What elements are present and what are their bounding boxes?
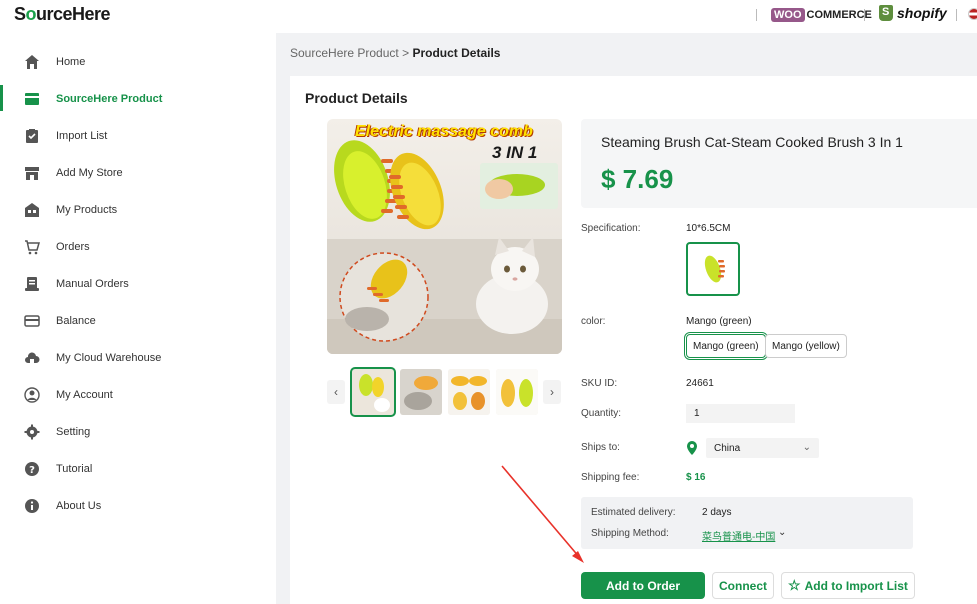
color-option-mango-yellow[interactable]: Mango (yellow)	[765, 334, 847, 358]
add-to-order-button[interactable]: Add to Order	[581, 572, 705, 599]
delivery-info-panel: Estimated delivery: 2 days Shipping Meth…	[581, 497, 913, 549]
color-value: Mango (green)	[686, 316, 752, 327]
ships-to-label: Ships to:	[581, 442, 620, 453]
top-bar: SourceHere WOO COMMERCE shopify	[0, 0, 977, 33]
sidebar: Home SourceHere Product Import List Add …	[0, 33, 276, 604]
thumbnail-image[interactable]	[496, 369, 538, 415]
thumbnail-next-button[interactable]: ›	[543, 380, 561, 404]
top-divider	[956, 9, 957, 21]
sidebar-item-my-account[interactable]: My Account	[0, 376, 276, 413]
image-sub-text: 3 IN 1	[492, 143, 538, 162]
thumbnail-strip: ‹ ›	[327, 366, 562, 418]
breadcrumb: SourceHere Product > Product Details	[290, 46, 500, 60]
woocommerce-link[interactable]: WOO COMMERCE	[771, 8, 872, 22]
specification-label: Specification:	[581, 223, 641, 234]
sidebar-item-tutorial[interactable]: ? Tutorial	[0, 450, 276, 487]
location-pin-icon	[687, 441, 697, 455]
sidebar-item-orders[interactable]: Orders	[0, 228, 276, 265]
ships-to-select[interactable]: China ⌄	[706, 438, 819, 458]
image-banner-text: Electric massage comb	[355, 123, 533, 140]
page-title: Product Details	[305, 90, 408, 106]
shopify-bag-icon	[879, 5, 893, 21]
color-option-mango-green[interactable]: Mango (green)	[684, 332, 768, 360]
sidebar-item-setting[interactable]: Setting	[0, 413, 276, 450]
import-list-icon	[26, 129, 38, 143]
info-icon	[25, 499, 39, 513]
product-price: $ 7.69	[601, 164, 674, 194]
sku-value: 24661	[686, 378, 714, 389]
specification-option[interactable]	[686, 242, 740, 296]
question-icon: ?	[25, 462, 39, 476]
sidebar-item-balance[interactable]: Balance	[0, 302, 276, 339]
svg-text:?: ?	[29, 465, 35, 476]
account-icon	[24, 387, 40, 403]
sidebar-item-import-list[interactable]: Import List	[0, 117, 276, 154]
quantity-input[interactable]	[686, 404, 795, 423]
sidebar-item-home[interactable]: Home	[0, 43, 276, 80]
my-products-icon	[25, 203, 39, 217]
add-to-import-list-button[interactable]: ☆ Add to Import List	[781, 572, 915, 599]
product-main-image[interactable]: Electric massage comb 3 IN 1	[327, 119, 562, 354]
breadcrumb-parent[interactable]: SourceHere Product	[290, 46, 399, 60]
manual-orders-icon	[25, 277, 39, 291]
chevron-down-icon[interactable]: ⌄	[778, 527, 786, 538]
sidebar-item-my-cloud-warehouse[interactable]: My Cloud Warehouse	[0, 339, 276, 376]
estimated-delivery-value: 2 days	[702, 507, 732, 518]
woocommerce-logo-icon: WOO	[771, 8, 805, 22]
color-label: color:	[581, 316, 606, 327]
cloud-warehouse-icon	[25, 352, 40, 363]
price-panel: Steaming Brush Cat-Steam Cooked Brush 3 …	[581, 119, 977, 208]
sidebar-item-add-my-store[interactable]: Add My Store	[0, 154, 276, 191]
breadcrumb-current: Product Details	[412, 46, 501, 60]
store-icon	[25, 167, 39, 180]
home-icon	[25, 55, 39, 69]
sidebar-item-about-us[interactable]: About Us	[0, 487, 276, 524]
spec-brush-icon	[704, 255, 725, 283]
sidebar-item-sourcehere-product[interactable]: SourceHere Product	[0, 80, 276, 117]
shipping-method-label: Shipping Method:	[591, 528, 669, 539]
product-icon	[25, 93, 39, 105]
gear-icon	[24, 424, 40, 440]
sidebar-item-manual-orders[interactable]: Manual Orders	[0, 265, 276, 302]
thumbnail-image[interactable]	[400, 369, 442, 415]
estimated-delivery-label: Estimated delivery:	[591, 507, 676, 518]
sidebar-item-my-products[interactable]: My Products	[0, 191, 276, 228]
balance-icon	[24, 315, 40, 327]
shipping-method-link[interactable]: 菜鸟普通电-中国	[702, 528, 775, 543]
product-details-card: Product Details Electric massage comb 3 …	[290, 76, 977, 604]
connect-button[interactable]: Connect	[712, 572, 774, 599]
thumbnail-image[interactable]	[350, 367, 396, 417]
specification-value: 10*6.5CM	[686, 223, 731, 234]
star-icon: ☆	[788, 577, 801, 593]
chevron-down-icon: ⌄	[802, 442, 811, 453]
breadcrumb-separator: >	[402, 46, 410, 60]
thumbnail-image[interactable]	[448, 369, 490, 415]
shopify-link[interactable]: shopify	[879, 5, 947, 21]
top-divider	[864, 9, 865, 21]
shipping-fee-label: Shipping fee:	[581, 472, 640, 483]
thumbnail-prev-button[interactable]: ‹	[327, 380, 345, 404]
top-divider	[756, 9, 757, 21]
sku-label: SKU ID:	[581, 378, 618, 389]
shipping-fee-value: $ 16	[686, 472, 706, 483]
cart-icon	[25, 240, 40, 255]
sourcehere-logo[interactable]: SourceHere	[14, 4, 111, 25]
language-flag-icon[interactable]	[968, 8, 977, 20]
product-name: Steaming Brush Cat-Steam Cooked Brush 3 …	[601, 134, 903, 150]
quantity-label: Quantity:	[581, 408, 622, 419]
